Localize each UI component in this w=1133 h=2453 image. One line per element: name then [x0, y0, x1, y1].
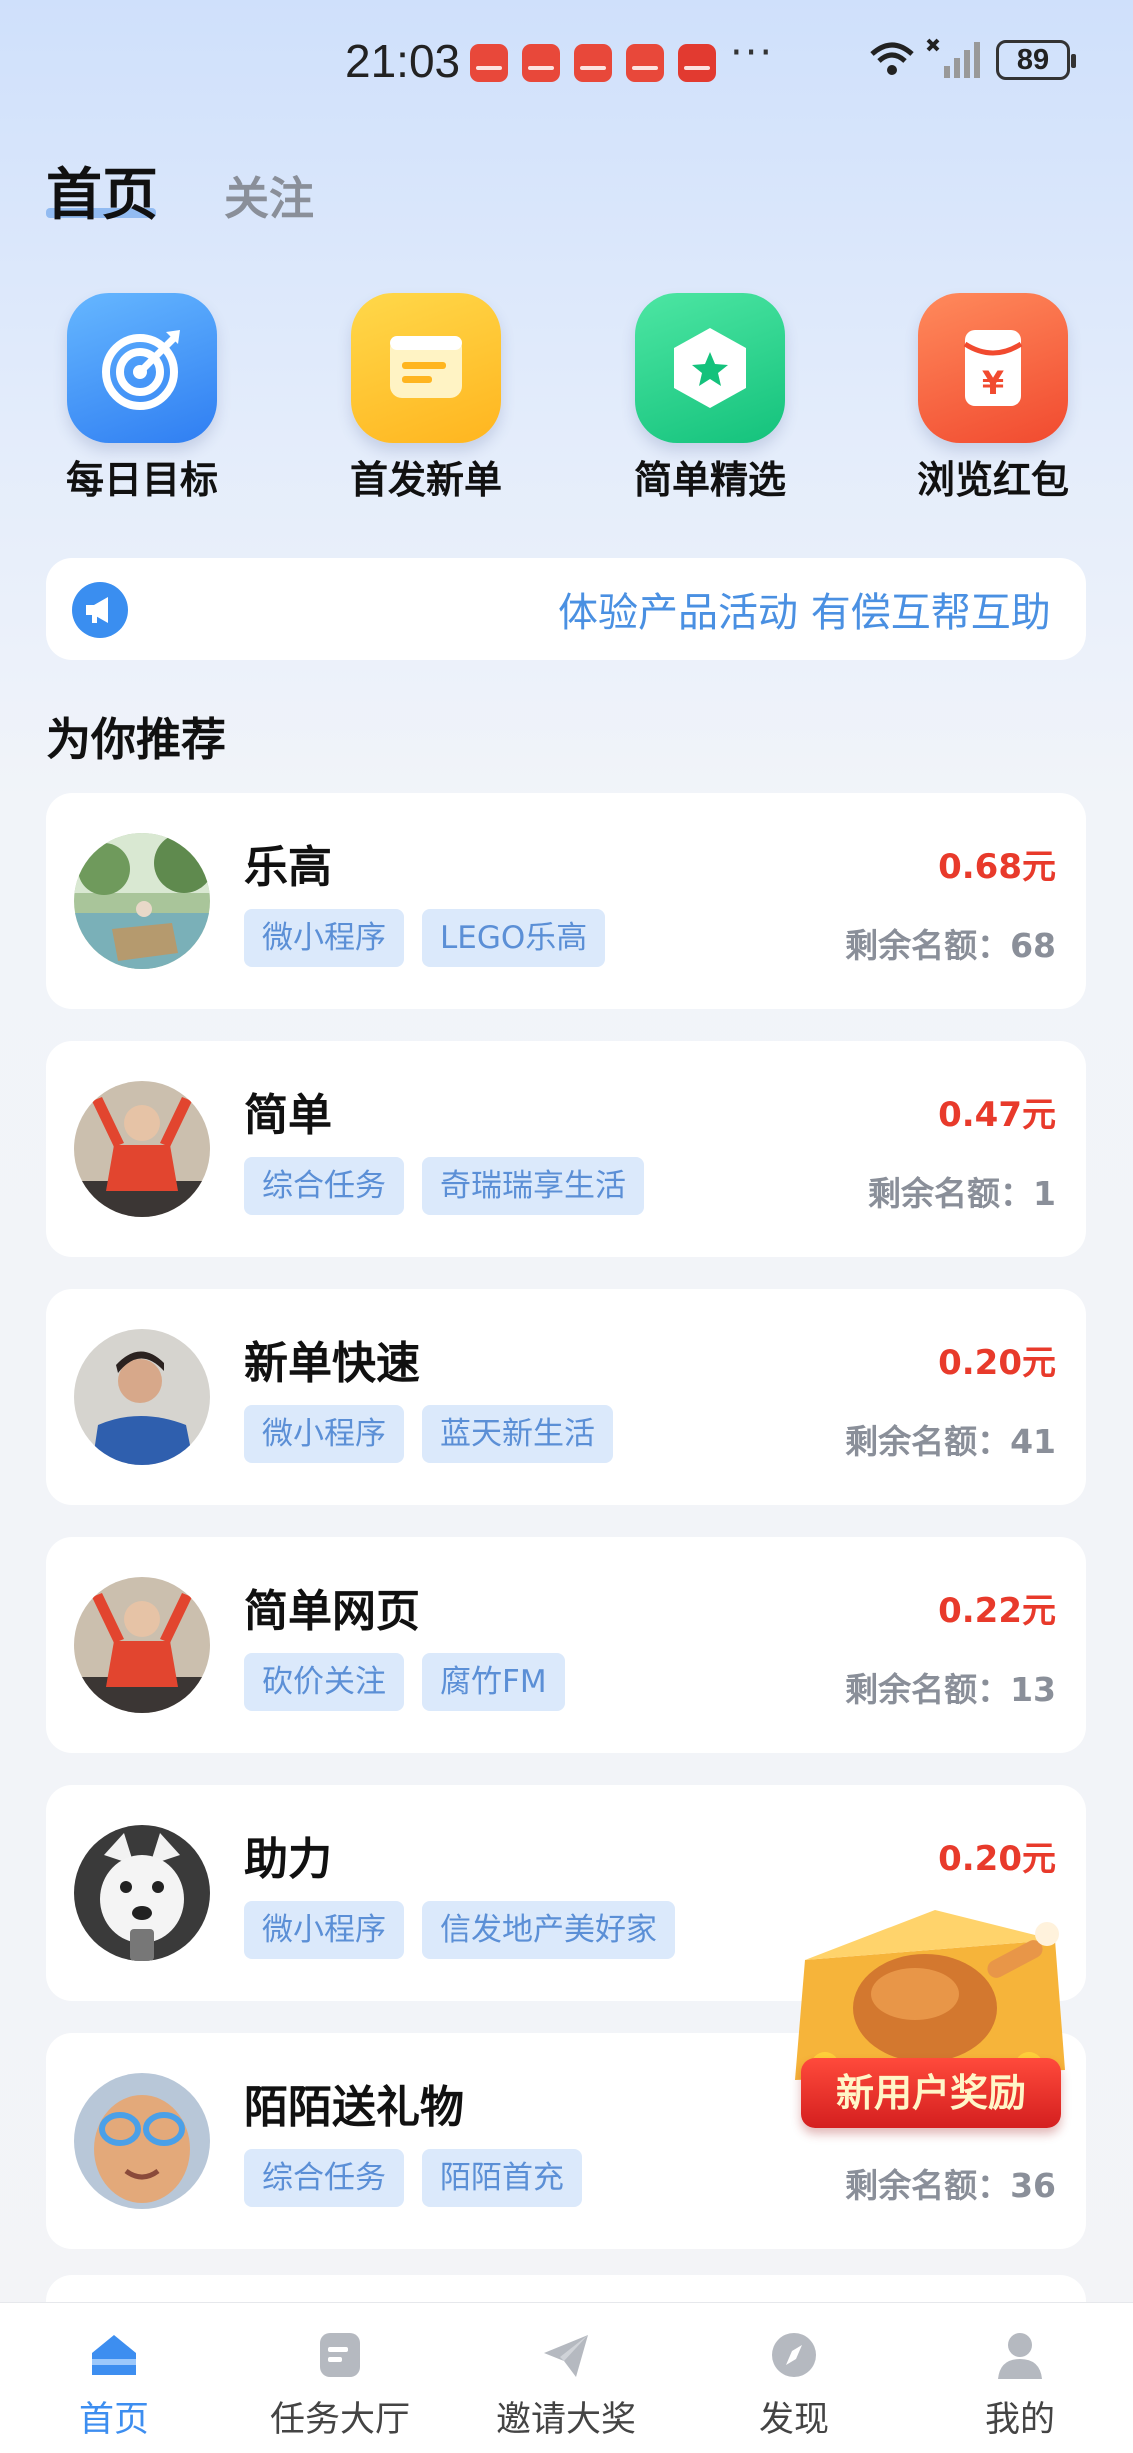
avatar [74, 2073, 210, 2209]
quota-value: 13 [1010, 1670, 1056, 1709]
note-icon [351, 293, 501, 443]
nav-label: 任务大厅 [269, 2400, 410, 2440]
status-time: 21:03 [345, 35, 461, 87]
recommend-section-title: 为你推荐 [46, 713, 227, 766]
svg-text:¥: ¥ [982, 364, 1004, 402]
task-tag: 信发地产美好家 [422, 1901, 675, 1959]
notification-app-icon [470, 44, 508, 82]
home-icon [88, 2329, 140, 2381]
nav-mine[interactable]: 我的 [930, 2329, 1110, 2442]
more-notifications-icon: ··· [730, 30, 775, 76]
battery-level: 89 [1016, 44, 1050, 76]
quota-label: 剩余名额： [868, 1174, 1034, 1213]
avatar [74, 1329, 210, 1465]
quick-action-new-orders[interactable]: 首发新单 [326, 293, 526, 504]
task-icon [314, 2329, 366, 2381]
quota-value: 1 [1033, 1174, 1056, 1213]
nav-label: 首页 [78, 2400, 149, 2440]
task-tag: 综合任务 [244, 1157, 404, 1215]
quota-value: 68 [1010, 926, 1056, 965]
avatar [74, 833, 210, 969]
quota-value: 36 [1010, 2166, 1056, 2205]
task-quota: 剩余名额：41 [845, 1415, 1056, 1463]
bottom-navigation: 首页 任务大厅 邀请大奖 发现 我的 [0, 2302, 1133, 2453]
notification-app-icon [522, 44, 560, 82]
task-price: 0.68元 [938, 847, 1056, 887]
user-icon [994, 2329, 1046, 2381]
wifi-icon [870, 42, 914, 75]
nav-label: 我的 [984, 2400, 1055, 2440]
quick-action-label: 首发新单 [349, 458, 502, 502]
nav-invite[interactable]: 邀请大奖 [476, 2329, 656, 2442]
task-title: 简单网页 [244, 1586, 420, 1637]
task-tag: 腐竹FM [422, 1653, 565, 1711]
task-tag: 微小程序 [244, 1901, 404, 1959]
nav-label: 发现 [758, 2400, 829, 2440]
task-price: 0.20元 [938, 1343, 1056, 1383]
task-quota: 剩余名额：1 [868, 1167, 1056, 1215]
nav-discover[interactable]: 发现 [704, 2329, 884, 2442]
signal-icon [926, 38, 980, 78]
avatar [74, 1081, 210, 1217]
task-price: 0.22元 [938, 1591, 1056, 1631]
task-tag: 砍价关注 [244, 1653, 404, 1711]
battery-icon: 89 [996, 40, 1076, 80]
quick-action-label: 浏览红包 [916, 458, 1069, 502]
quota-label: 剩余名额： [845, 1670, 1011, 1709]
task-title: 助力 [244, 1834, 332, 1885]
reward-label: 新用户奖励 [801, 2058, 1061, 2128]
task-title: 简单 [244, 1090, 332, 1141]
megaphone-icon [72, 582, 128, 638]
quick-action-label: 简单精选 [633, 458, 786, 502]
task-tag: 陌陌首充 [422, 2149, 582, 2207]
status-bar: 21:03 ··· 89 [0, 0, 1133, 125]
task-title: 陌陌送礼物 [244, 2082, 464, 2133]
task-quota: 剩余名额：36 [845, 2159, 1056, 2207]
quick-action-red-envelope[interactable]: ¥ 浏览红包 [893, 293, 1093, 504]
task-tag: 微小程序 [244, 909, 404, 967]
target-icon [67, 293, 217, 443]
task-card[interactable]: 简单网页 砍价关注 腐竹FM 0.22元 剩余名额：13 [46, 1537, 1086, 1753]
quota-label: 剩余名额： [845, 926, 1011, 965]
task-title: 乐高 [244, 842, 332, 893]
new-user-reward-button[interactable]: 新用户奖励 [765, 1890, 1095, 2150]
quick-action-daily-goal[interactable]: 每日目标 [42, 293, 242, 504]
notification-app-icon [574, 44, 612, 82]
task-tag: 综合任务 [244, 2149, 404, 2207]
task-quota: 剩余名额：13 [845, 1663, 1056, 1711]
task-price: 0.47元 [938, 1095, 1056, 1135]
task-tag: LEGO乐高 [422, 909, 606, 967]
quota-label: 剩余名额： [845, 2166, 1011, 2205]
task-quota: 剩余名额：68 [845, 919, 1056, 967]
notification-video-icon [678, 44, 716, 82]
nav-label: 邀请大奖 [495, 2400, 636, 2440]
tab-home[interactable]: 首页 [46, 150, 158, 231]
tab-follow[interactable]: 关注 [224, 162, 314, 227]
notification-app-icon [626, 44, 664, 82]
task-card[interactable]: 乐高 微小程序 LEGO乐高 0.68元 剩余名额：68 [46, 793, 1086, 1009]
task-tag: 蓝天新生活 [422, 1405, 613, 1463]
task-price: 0.20元 [938, 1839, 1056, 1879]
star-hexagon-icon [635, 293, 785, 443]
task-title: 新单快速 [244, 1338, 420, 1389]
quick-action-label: 每日目标 [65, 458, 218, 502]
quick-action-selected[interactable]: 简单精选 [610, 293, 810, 504]
avatar [74, 1577, 210, 1713]
compass-icon [768, 2329, 820, 2381]
announcement-bar[interactable]: 体验产品活动 有偿互帮互助 [46, 558, 1086, 660]
red-envelope-icon: ¥ [918, 293, 1068, 443]
avatar [74, 1825, 210, 1961]
task-card[interactable]: 简单 综合任务 奇瑞瑞享生活 0.47元 剩余名额：1 [46, 1041, 1086, 1257]
nav-home[interactable]: 首页 [24, 2329, 204, 2442]
quota-value: 41 [1010, 1422, 1056, 1461]
task-card[interactable]: 新单快速 微小程序 蓝天新生活 0.20元 剩余名额：41 [46, 1289, 1086, 1505]
nav-task-hall[interactable]: 任务大厅 [250, 2329, 430, 2442]
task-tag: 奇瑞瑞享生活 [422, 1157, 644, 1215]
paper-plane-icon [540, 2329, 592, 2381]
announcement-text: 体验产品活动 有偿互帮互助 [558, 590, 1051, 636]
quota-label: 剩余名额： [845, 1422, 1011, 1461]
task-tag: 微小程序 [244, 1405, 404, 1463]
